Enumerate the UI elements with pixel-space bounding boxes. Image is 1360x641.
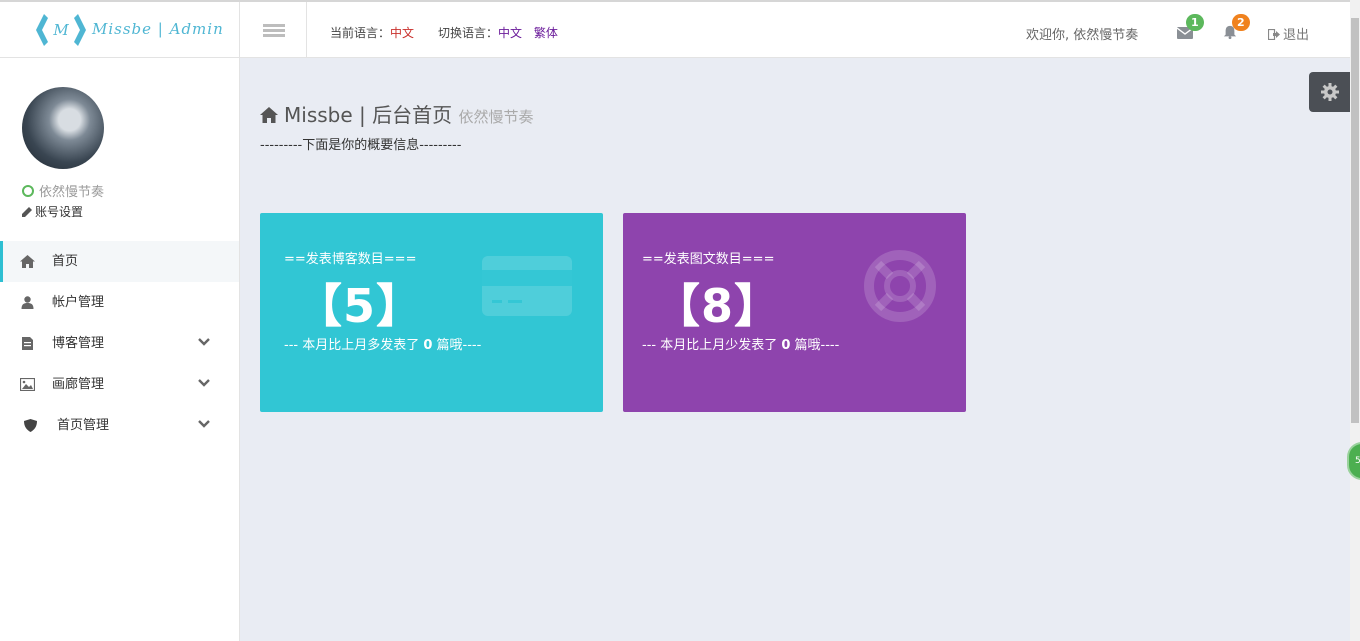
menu-toggle-button[interactable] bbox=[240, 2, 307, 58]
sidebar: 依然慢节奏 账号设置 首页 帐户管理 博客管理 画廊管理 首页管理 bbox=[0, 58, 240, 641]
card-title: ==发表图文数目=== bbox=[642, 252, 775, 267]
home-icon bbox=[20, 255, 35, 268]
chevron-down-icon bbox=[198, 338, 210, 346]
card-footer: --- 本月比上月多发表了 0 篇哦---- bbox=[284, 338, 482, 353]
account-settings-link[interactable]: 账号设置 bbox=[22, 203, 83, 220]
page-title-text: Missbe | 后台首页 bbox=[284, 103, 453, 127]
sidebar-item-label: 博客管理 bbox=[52, 336, 105, 351]
settings-panel-toggle[interactable] bbox=[1309, 72, 1350, 112]
floating-ball-widget[interactable]: 5 bbox=[1347, 442, 1360, 480]
sidebar-item-label: 首页管理 bbox=[57, 418, 110, 433]
logout-button[interactable]: 退出 bbox=[1267, 24, 1310, 43]
home-icon bbox=[260, 107, 278, 123]
sidebar-item-gallery[interactable]: 画廊管理 bbox=[0, 364, 239, 405]
file-icon bbox=[22, 337, 33, 350]
avatar[interactable] bbox=[22, 87, 104, 169]
credit-card-icon bbox=[482, 256, 572, 316]
logo-mark-letter: M bbox=[52, 21, 69, 39]
welcome-text: 欢迎你, 依然慢节奏 bbox=[1026, 28, 1139, 43]
chevron-down-icon bbox=[198, 379, 210, 387]
pencil-icon bbox=[22, 207, 32, 217]
logo[interactable]: M Missbe | Admin bbox=[0, 2, 240, 58]
logo-text: Missbe | Admin bbox=[92, 20, 224, 38]
sidebar-item-label: 画廊管理 bbox=[52, 377, 105, 392]
shield-icon bbox=[24, 419, 37, 432]
life-ring-icon bbox=[864, 250, 936, 322]
sidebar-item-blogs[interactable]: 博客管理 bbox=[0, 323, 239, 364]
sidebar-item-label: 帐户管理 bbox=[52, 295, 105, 310]
page-subtitle: ---------下面是你的概要信息--------- bbox=[260, 138, 462, 153]
sidebar-item-homepage[interactable]: 首页管理 bbox=[0, 405, 239, 446]
account-settings-label: 账号设置 bbox=[35, 205, 84, 219]
card-number: 【8】 bbox=[654, 279, 782, 333]
card-footer: --- 本月比上月少发表了 0 篇哦---- bbox=[642, 338, 840, 353]
user-status: 依然慢节奏 bbox=[22, 181, 104, 200]
top-navbar: M Missbe | Admin 当前语言：中文 切换语言：中文 繁体 欢迎你,… bbox=[0, 0, 1350, 58]
online-status-icon bbox=[22, 185, 34, 197]
switch-language-label: 切换语言： bbox=[438, 26, 499, 40]
page-scrollbar[interactable] bbox=[1350, 0, 1360, 641]
lang-option-traditional[interactable]: 繁体 bbox=[534, 26, 558, 40]
scrollbar-thumb[interactable] bbox=[1351, 18, 1359, 423]
sidebar-item-home[interactable]: 首页 bbox=[0, 241, 239, 282]
sidebar-item-label: 首页 bbox=[52, 254, 79, 269]
card-number: 【5】 bbox=[296, 279, 424, 333]
post-count-card[interactable]: ==发表图文数目=== 【8】 --- 本月比上月少发表了 0 篇哦---- bbox=[623, 213, 966, 412]
switch-language: 切换语言：中文 繁体 bbox=[438, 24, 558, 41]
page-title: Missbe | 后台首页 依然慢节奏 bbox=[260, 99, 533, 128]
current-language-label: 当前语言： bbox=[330, 26, 391, 40]
sidebar-item-accounts[interactable]: 帐户管理 bbox=[0, 282, 239, 323]
logout-icon bbox=[1267, 28, 1280, 41]
logo-mark-icon: M bbox=[36, 14, 86, 46]
logout-label: 退出 bbox=[1283, 28, 1310, 43]
bell-badge: 2 bbox=[1232, 14, 1250, 31]
blog-count-card[interactable]: ==发表博客数目=== 【5】 --- 本月比上月多发表了 0 篇哦---- bbox=[260, 213, 603, 412]
sidebar-username: 依然慢节奏 bbox=[39, 185, 105, 200]
current-language: 当前语言：中文 bbox=[330, 24, 414, 41]
gear-icon bbox=[1321, 83, 1339, 101]
lang-option-simplified[interactable]: 中文 bbox=[498, 26, 522, 40]
current-language-value: 中文 bbox=[390, 26, 415, 40]
mail-badge: 1 bbox=[1186, 14, 1204, 31]
image-icon bbox=[20, 378, 35, 391]
user-icon bbox=[21, 296, 34, 309]
page-title-sub: 依然慢节奏 bbox=[458, 108, 534, 126]
sidebar-nav: 首页 帐户管理 博客管理 画廊管理 首页管理 bbox=[0, 241, 239, 446]
card-title: ==发表博客数目=== bbox=[284, 252, 417, 267]
chevron-down-icon bbox=[198, 420, 210, 428]
